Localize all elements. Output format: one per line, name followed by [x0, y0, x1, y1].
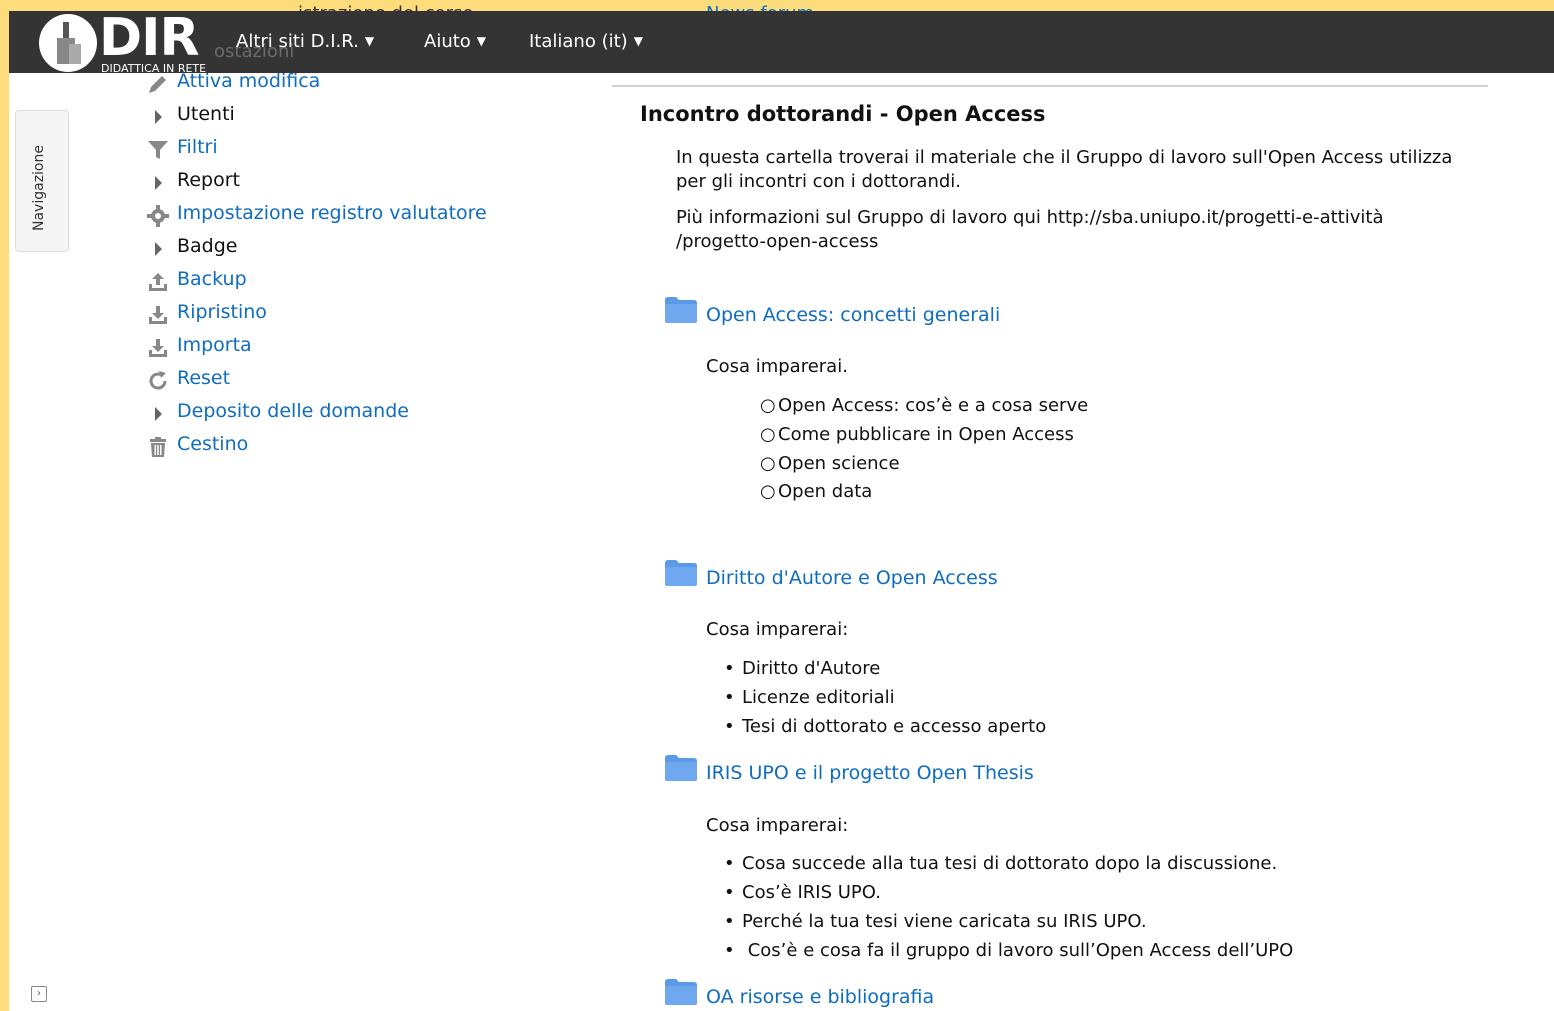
- caret-down-icon: ▼: [633, 34, 643, 48]
- upload-icon: [149, 273, 167, 291]
- list-item-text: Cosa succede alla tua tesi di dottorato …: [742, 853, 1278, 874]
- list-item: • Cos’è e cosa fa il gruppo di lavoro su…: [724, 940, 1293, 961]
- list-item: ○ Open science: [760, 453, 900, 474]
- menu-aiuto[interactable]: Aiuto ▼: [424, 31, 486, 52]
- activity-link-diritto-autore[interactable]: Diritto d'Autore e Open Access: [706, 567, 998, 589]
- activity-link-oa-risorse[interactable]: OA risorse e bibliografia: [706, 986, 934, 1008]
- list-item-text: Open science: [778, 453, 900, 474]
- list-item-text: Cos’è IRIS UPO.: [742, 882, 881, 903]
- admin-item-label: Filtri: [177, 136, 218, 158]
- filter-icon: [148, 141, 168, 159]
- admin-item-label: Utenti: [177, 103, 235, 125]
- list-item-text: Open Access: cos’è e a cosa serve: [778, 395, 1089, 416]
- navigation-drawer-toggle[interactable]: Navigazione: [15, 110, 69, 252]
- disc-bullet-icon: •: [724, 716, 735, 737]
- admin-item-label: Backup: [177, 268, 247, 290]
- circle-bullet-icon: ○: [760, 453, 776, 474]
- list-item: • Tesi di dottorato e accesso aperto: [724, 716, 1046, 737]
- disc-bullet-icon: •: [724, 853, 735, 874]
- menu-label: Italiano (it): [529, 31, 628, 52]
- menu-label: Aiuto: [424, 31, 471, 52]
- menu-label: Altri siti D.I.R.: [236, 31, 359, 52]
- site-logo[interactable]: DIR DIDATTICA IN RETE: [39, 8, 229, 76]
- list-item: ○ Open Access: cos’è e a cosa serve: [760, 395, 1088, 416]
- caret-right-icon: [155, 407, 162, 421]
- section-divider: [612, 85, 1488, 87]
- trash-icon: [150, 437, 166, 457]
- list-item: • Perché la tua tesi viene caricata su IR…: [724, 911, 1147, 932]
- section-title: Incontro dottorandi - Open Access: [640, 102, 1046, 126]
- logo-text: DIR: [99, 8, 200, 68]
- admin-item-label: Ripristino: [177, 301, 267, 323]
- disc-bullet-icon: •: [724, 687, 735, 708]
- activity-intro: Cosa imparerai:: [706, 619, 849, 640]
- caret-right-icon: [155, 176, 162, 190]
- admin-item-label: Report: [177, 169, 240, 191]
- caret-right-icon: [155, 242, 162, 256]
- caret-down-icon: ▼: [476, 34, 487, 48]
- drawer-label: Navigazione: [31, 145, 47, 231]
- admin-item-label: Attiva modifica: [177, 70, 321, 92]
- refresh-icon: [149, 371, 167, 390]
- menu-altri-siti[interactable]: Altri siti D.I.R. ▼: [236, 31, 374, 52]
- folder-icon: [665, 560, 697, 586]
- logo-emblem-icon: [39, 14, 97, 72]
- expand-block-icon[interactable]: ›: [31, 986, 47, 1002]
- circle-bullet-icon: ○: [760, 424, 776, 445]
- folder-icon: [665, 297, 697, 323]
- admin-item-label: Reset: [177, 367, 231, 389]
- admin-item-label: Badge: [177, 235, 238, 257]
- list-item: • Cosa succede alla tua tesi di dottorato…: [724, 853, 1277, 874]
- activity-link-iris-upo[interactable]: IRIS UPO e il progetto Open Thesis: [706, 762, 1034, 784]
- list-item-text: Tesi di dottorato e accesso aperto: [742, 716, 1047, 737]
- circle-bullet-icon: ○: [760, 481, 776, 502]
- list-item: • Licenze editoriali: [724, 687, 895, 708]
- activity-link-open-access[interactable]: Open Access: concetti generali: [706, 304, 1000, 326]
- summary-paragraph: Più informazioni sul Gruppo di lavoro qu…: [676, 207, 1384, 252]
- folder-icon: [665, 755, 697, 781]
- activity-intro: Cosa imparerai.: [706, 356, 848, 377]
- list-item-text: Diritto d'Autore: [742, 658, 881, 679]
- window-frame-left: [0, 0, 9, 1011]
- disc-bullet-icon: •: [724, 911, 735, 932]
- activity-intro: Cosa imparerai:: [706, 815, 849, 836]
- list-item-text: Cos’è e cosa fa il gruppo di lavoro sull…: [742, 940, 1294, 961]
- list-item: ○ Open data: [760, 481, 872, 502]
- disc-bullet-icon: •: [724, 658, 735, 679]
- admin-item-label: Impostazione registro valutatore: [177, 202, 487, 224]
- summary-paragraph: In questa cartella troverai il materiale…: [676, 147, 1453, 192]
- list-item-text: Come pubblicare in Open Access: [778, 424, 1074, 445]
- menu-language[interactable]: Italiano (it) ▼: [529, 31, 643, 52]
- disc-bullet-icon: •: [724, 940, 735, 961]
- list-item: ○ Come pubblicare in Open Access: [760, 424, 1074, 445]
- disc-bullet-icon: •: [724, 882, 735, 903]
- list-item-text: Licenze editoriali: [742, 687, 895, 708]
- caret-down-icon: ▼: [364, 34, 375, 48]
- folder-icon: [665, 979, 697, 1005]
- top-navbar: DIR DIDATTICA IN RETE ostazioni Altri si…: [9, 8, 1554, 76]
- circle-bullet-icon: ○: [760, 395, 776, 416]
- list-item: • Diritto d'Autore: [724, 658, 880, 679]
- list-item-text: Perché la tua tesi viene caricata su IRI…: [742, 911, 1147, 932]
- pencil-icon: [149, 76, 166, 93]
- download-icon: [149, 306, 167, 324]
- gear-icon: [147, 205, 169, 227]
- download-icon: [149, 339, 167, 357]
- list-item-text: Open data: [778, 481, 873, 502]
- admin-item-label: Deposito delle domande: [177, 400, 409, 422]
- admin-item-label: Cestino: [177, 433, 249, 455]
- admin-item-label: Importa: [177, 334, 252, 356]
- caret-right-icon: [155, 110, 162, 124]
- list-item: • Cos’è IRIS UPO.: [724, 882, 881, 903]
